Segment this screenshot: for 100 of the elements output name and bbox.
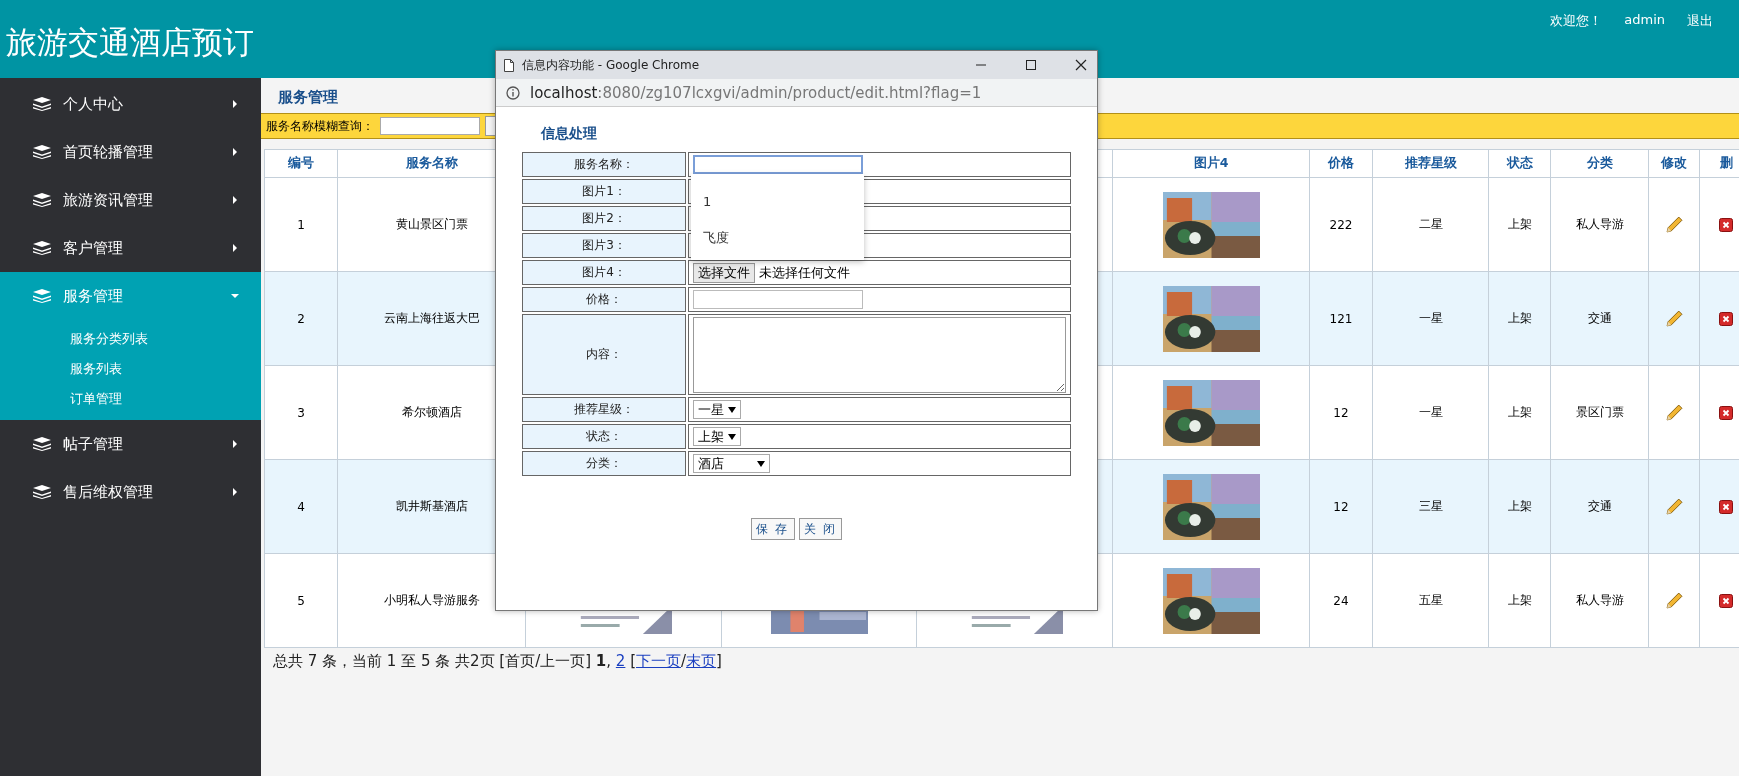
url-text: localhost:8080/zg107lcxgvi/admin/product/edit.html?flag=1 [530, 83, 982, 102]
pagination-text: 总共 7 条，当前 1 至 5 条 共2页 [首页/上一页] 1, 2 [下一页/末页] [273, 652, 723, 671]
form-button[interactable]: 关 闭 [798, 518, 842, 540]
table-cell: 交通 [1550, 459, 1649, 554]
select-field[interactable]: 酒店 [693, 454, 770, 473]
stack-icon [32, 241, 52, 255]
delete-icon[interactable] [1719, 593, 1733, 608]
caret-down-icon [757, 459, 765, 468]
suggestion-item[interactable]: 飞度 [691, 220, 864, 256]
choose-file-button[interactable]: 选择文件 [693, 262, 755, 283]
field-label: 推荐星级： [522, 397, 686, 422]
page-link[interactable]: 末页 [686, 652, 717, 670]
pencil-icon[interactable] [1665, 592, 1683, 609]
caret-right-icon [231, 196, 239, 204]
suggestion-item[interactable]: 1 [691, 184, 864, 220]
pencil-icon[interactable] [1665, 498, 1683, 515]
logout-link[interactable]: 退出 [1687, 12, 1713, 30]
table-cell: 上架 [1488, 365, 1551, 460]
pencil-icon[interactable] [1665, 404, 1683, 421]
table-cell: 景区门票 [1550, 365, 1649, 460]
stack-icon [32, 485, 52, 499]
field-label: 价格： [522, 287, 686, 312]
stack-icon [32, 97, 52, 111]
field-label: 图片2： [522, 206, 686, 231]
table-cell: 1 [264, 177, 338, 272]
search-field[interactable] [380, 117, 480, 135]
window-title: 信息内容功能 - Google Chrome [522, 56, 700, 74]
field-label: 服务名称： [522, 152, 686, 177]
stack-icon [32, 193, 52, 207]
delete-icon[interactable] [1719, 217, 1733, 232]
table-cell: 一星 [1372, 365, 1489, 460]
table-cell: 2 [264, 271, 338, 366]
caret-right-icon [231, 148, 239, 156]
table-cell: 3 [264, 365, 338, 460]
column-header: 修改 [1648, 149, 1700, 178]
table-cell: 24 [1309, 553, 1373, 648]
stack-icon [32, 145, 52, 159]
table-cell: 三星 [1372, 459, 1489, 554]
sidebar-item[interactable]: 售后维权管理 [0, 468, 261, 516]
table-cell: 上架 [1488, 459, 1551, 554]
user-link[interactable]: admin [1624, 12, 1665, 30]
field-label: 状态： [522, 424, 686, 449]
delete-icon[interactable] [1719, 499, 1733, 514]
maximize-icon[interactable] [1025, 59, 1037, 71]
form-button[interactable]: 保 存 [751, 518, 795, 540]
sidebar-item[interactable]: 帖子管理 [0, 420, 261, 468]
column-header: 删 [1699, 149, 1739, 178]
caret-right-icon [231, 244, 239, 252]
select-field[interactable]: 一星 [693, 400, 741, 419]
column-header: 状态 [1488, 149, 1551, 178]
page-link[interactable]: 2 [615, 652, 626, 670]
column-header: 推荐星级 [1372, 149, 1489, 178]
text-field[interactable] [693, 155, 863, 174]
pencil-icon[interactable] [1665, 310, 1683, 327]
table-cell: 121 [1309, 271, 1373, 366]
page-title: 服务管理 [278, 88, 338, 108]
table-cell: 二星 [1372, 177, 1489, 272]
sidebar-item[interactable]: 个人中心 [0, 80, 261, 128]
select-field[interactable]: 上架 [693, 427, 741, 446]
field-label: 图片1： [522, 179, 686, 204]
table-cell: 4 [264, 459, 338, 554]
text-field[interactable] [693, 290, 863, 309]
table-cell: 私人导游 [1550, 553, 1649, 648]
column-header: 编号 [264, 149, 338, 178]
column-header: 分类 [1550, 149, 1649, 178]
table-cell: 12 [1309, 365, 1373, 460]
table-cell: 222 [1309, 177, 1373, 272]
sidebar-item[interactable]: 旅游资讯管理 [0, 176, 261, 224]
caret-down-icon [231, 292, 239, 300]
table-cell: 12 [1309, 459, 1373, 554]
table-cell: 上架 [1488, 271, 1551, 366]
caret-down-icon [728, 405, 736, 414]
sidebar-item[interactable]: 首页轮播管理 [0, 128, 261, 176]
delete-icon[interactable] [1719, 405, 1733, 420]
column-header: 图片4 [1112, 149, 1310, 178]
column-header: 价格 [1309, 149, 1373, 178]
page-icon [504, 58, 514, 72]
field-label: 内容： [522, 314, 686, 395]
content-textarea[interactable] [693, 316, 1066, 393]
field-label: 图片4： [522, 260, 686, 285]
page-link[interactable]: 下一页 [636, 652, 681, 670]
delete-icon[interactable] [1719, 311, 1733, 326]
caret-right-icon [231, 440, 239, 448]
table-cell: 上架 [1488, 177, 1551, 272]
pencil-icon[interactable] [1665, 216, 1683, 233]
table-cell: 交通 [1550, 271, 1649, 366]
caret-right-icon [231, 488, 239, 496]
table-cell: 一星 [1372, 271, 1489, 366]
close-icon[interactable] [1075, 59, 1087, 71]
table-cell: 五星 [1372, 553, 1489, 648]
table-cell: 5 [264, 553, 338, 648]
field-label: 分类： [522, 451, 686, 476]
caret-right-icon [231, 100, 239, 108]
sidebar-item[interactable]: 客户管理 [0, 224, 261, 272]
stack-icon [32, 289, 52, 303]
stack-icon [32, 437, 52, 451]
table-cell: 上架 [1488, 553, 1551, 648]
form-heading: 信息处理 [541, 125, 598, 143]
info-icon [506, 85, 520, 100]
table-cell: 私人导游 [1550, 177, 1649, 272]
